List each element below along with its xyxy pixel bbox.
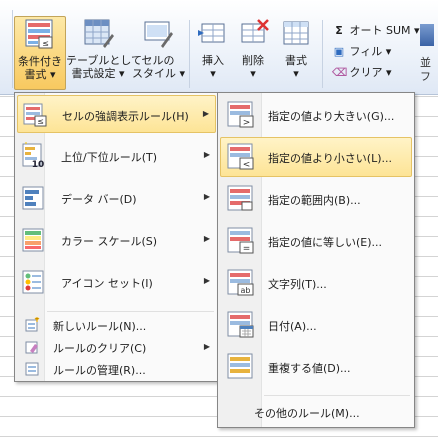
text-contains-icon: ab	[226, 268, 256, 301]
top-10-icon: 10	[21, 140, 47, 173]
insert-button[interactable]: 挿入 ▾	[194, 16, 232, 90]
sort-filter-button-partial[interactable]: 並 フ	[420, 24, 438, 84]
delete-button[interactable]: 削除 ▾	[234, 16, 272, 90]
between-icon	[226, 184, 256, 217]
conditional-formatting-button[interactable]: ≤ 条件付き 書式 ▾	[14, 16, 66, 90]
less-than-icon: <	[226, 142, 256, 175]
table-style-icon	[81, 16, 115, 50]
menu-separator	[47, 311, 214, 312]
format-button[interactable]: 書式 ▾	[276, 16, 316, 90]
clear-button[interactable]: ⌫ クリア ▾	[332, 64, 392, 82]
svg-text:>: >	[243, 118, 251, 128]
submenu-arrow-icon: ▶	[202, 109, 209, 118]
ribbon-separator	[322, 20, 323, 88]
date-icon	[226, 310, 256, 343]
color-scales-icon	[21, 227, 47, 256]
cell-styles-button[interactable]: セルの スタイル ▾	[132, 16, 186, 90]
menu-item-text-contains[interactable]: ab 文字列(T)...	[220, 263, 412, 303]
menu-separator	[264, 395, 410, 396]
menu-item-equal-to[interactable]: = 指定の値に等しい(E)...	[220, 221, 412, 261]
submenu-arrow-icon: ▶	[203, 342, 210, 351]
autosum-button[interactable]: Σ オート SUM ▾	[332, 22, 419, 40]
svg-text:ab: ab	[241, 286, 251, 295]
insert-label: 挿入 ▾	[202, 54, 224, 80]
format-cells-icon	[279, 16, 313, 50]
duplicate-values-icon	[226, 352, 256, 385]
clear-rules-icon	[24, 339, 40, 358]
insert-cells-icon	[196, 16, 230, 50]
ribbon-separator	[189, 20, 190, 88]
menu-item-new-rule[interactable]: 新しいルール(N)...	[17, 315, 216, 335]
svg-text:≤: ≤	[37, 117, 44, 126]
format-as-table-label: テーブルとして 書式設定 ▾	[66, 54, 143, 80]
sort-filter-icon	[420, 24, 434, 46]
highlight-cells-icon: ≤	[22, 102, 48, 131]
svg-text:<: <	[243, 160, 251, 170]
menu-item-duplicate-values[interactable]: 重複する値(D)...	[220, 347, 412, 387]
ribbon-group-edge	[0, 10, 13, 88]
fill-down-icon: ▣	[333, 45, 345, 58]
menu-item-highlight-cells-rules[interactable]: ≤ セルの強調表示ルール(H) ▶	[17, 95, 216, 133]
conditional-formatting-menu: ≤ セルの強調表示ルール(H) ▶ 10 上位/下位ルール(T) ▶ データ バ…	[14, 92, 219, 382]
delete-cells-icon	[236, 16, 270, 50]
svg-text:10: 10	[32, 160, 45, 170]
svg-text:≤: ≤	[42, 39, 49, 48]
eraser-icon: ⌫	[332, 66, 348, 79]
greater-than-icon: >	[226, 100, 256, 133]
new-rule-icon	[24, 317, 40, 336]
format-label: 書式 ▾	[285, 54, 307, 80]
menu-item-less-than[interactable]: < 指定の値より小さい(L)...	[220, 137, 412, 177]
menu-item-more-rules[interactable]: その他のルール(M)...	[220, 401, 412, 423]
format-as-table-button[interactable]: テーブルとして 書式設定 ▾	[66, 16, 143, 90]
menu-item-top-bottom-rules[interactable]: 10 上位/下位ルール(T) ▶	[17, 137, 216, 175]
svg-text:=: =	[243, 244, 251, 254]
submenu-arrow-icon: ▶	[203, 276, 210, 285]
submenu-arrow-icon: ▶	[203, 150, 210, 159]
menu-item-date-occurring[interactable]: 日付(A)...	[220, 305, 412, 345]
highlight-cells-rules-submenu: > 指定の値より大きい(G)... < 指定の値より小さい(L)... 指定の範…	[217, 92, 415, 428]
submenu-arrow-icon: ▶	[203, 234, 210, 243]
manage-rules-icon	[24, 361, 40, 380]
sigma-icon: Σ	[335, 24, 343, 37]
data-bars-icon	[21, 185, 47, 214]
conditional-formatting-label: 条件付き 書式 ▾	[18, 55, 62, 81]
menu-item-icon-sets[interactable]: アイコン セット(I) ▶	[17, 263, 216, 301]
delete-label: 削除 ▾	[242, 54, 264, 80]
menu-item-color-scales[interactable]: カラー スケール(S) ▶	[17, 221, 216, 259]
submenu-arrow-icon: ▶	[203, 192, 210, 201]
ribbon: ≤ 条件付き 書式 ▾ テーブルとして 書式設定 ▾ セルの スタイル ▾ 挿入…	[0, 0, 438, 95]
cell-styles-label: セルの スタイル ▾	[132, 54, 186, 80]
menu-item-clear-rules[interactable]: ルールのクリア(C) ▶	[17, 337, 216, 357]
fill-button[interactable]: ▣ フィル ▾	[332, 43, 392, 61]
cell-styles-icon	[141, 16, 175, 50]
icon-sets-icon	[21, 269, 47, 298]
conditional-formatting-icon: ≤	[23, 17, 57, 51]
menu-item-greater-than[interactable]: > 指定の値より大きい(G)...	[220, 95, 412, 135]
menu-item-data-bars[interactable]: データ バー(D) ▶	[17, 179, 216, 217]
menu-item-manage-rules[interactable]: ルールの管理(R)...	[17, 359, 216, 379]
menu-item-between[interactable]: 指定の範囲内(B)...	[220, 179, 412, 219]
equal-to-icon: =	[226, 226, 256, 259]
